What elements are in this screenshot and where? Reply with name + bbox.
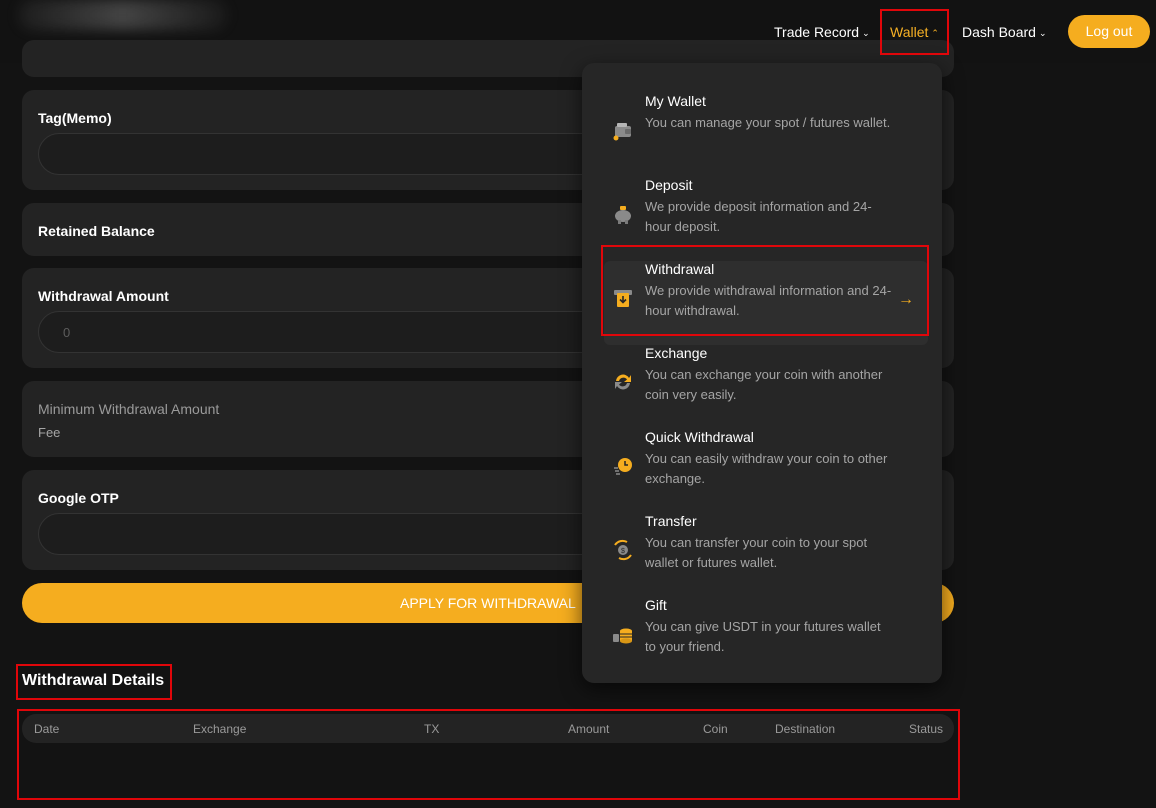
menu-item-gift[interactable]: Gift You can give USDT in your futures w… (604, 597, 928, 681)
fast-clock-icon (614, 458, 632, 475)
menu-item-title: Exchange (645, 345, 708, 361)
tag-memo-label: Tag(Memo) (38, 110, 112, 126)
column-date[interactable]: Date (34, 722, 59, 736)
withdrawal-details-title: Withdrawal Details (22, 672, 165, 689)
nav-dash-board-label: Dash Board (962, 24, 1036, 40)
column-tx[interactable]: TX (424, 722, 439, 736)
menu-item-withdrawal[interactable]: Withdrawal We provide withdrawal informa… (604, 261, 928, 345)
menu-item-transfer[interactable]: $ Transfer You can transfer your coin to… (604, 513, 928, 597)
menu-item-title: Quick Withdrawal (645, 429, 754, 445)
menu-item-title: Transfer (645, 513, 697, 529)
menu-item-desc: You can give USDT in your futures wallet… (645, 619, 881, 654)
wallet-icon (613, 123, 631, 141)
nav-trade-record[interactable]: Trade Record ⌄ (774, 23, 870, 41)
nav-wallet[interactable]: Wallet ⌃ (890, 23, 939, 41)
column-coin[interactable]: Coin (703, 722, 728, 736)
menu-item-exchange[interactable]: Exchange You can exchange your coin with… (604, 345, 928, 429)
chevron-down-icon: ⌄ (862, 28, 870, 38)
nav-wallet-label: Wallet (890, 24, 929, 40)
column-destination[interactable]: Destination (775, 722, 835, 736)
piggy-bank-icon (615, 206, 631, 224)
nav-dash-board[interactable]: Dash Board ⌄ (962, 23, 1046, 41)
menu-item-desc: You can easily withdraw your coin to oth… (645, 451, 888, 486)
transfer-coin-icon: $ (614, 539, 632, 561)
menu-item-desc: We provide withdrawal information and 24… (645, 283, 892, 318)
column-exchange[interactable]: Exchange (193, 722, 246, 736)
logo[interactable] (18, 0, 228, 30)
menu-item-desc: We provide deposit information and 24-ho… (645, 199, 872, 234)
atm-withdraw-icon (614, 290, 632, 307)
logout-button[interactable]: Log out (1068, 15, 1150, 48)
minimum-withdrawal-label: Minimum Withdrawal Amount (38, 401, 220, 417)
withdrawal-amount-label: Withdrawal Amount (38, 288, 169, 304)
chevron-up-icon: ⌃ (931, 28, 939, 38)
arrow-right-icon: → (898, 291, 914, 308)
menu-item-title: Gift (645, 597, 667, 613)
svg-text:$: $ (621, 548, 625, 555)
coin-stack-icon (613, 628, 632, 644)
column-status[interactable]: Status (909, 722, 943, 736)
menu-item-desc: You can exchange your coin with another … (645, 367, 883, 402)
withdrawal-table-header: Date Exchange TX Amount Coin Destination… (22, 714, 954, 743)
menu-item-deposit[interactable]: Deposit We provide deposit information a… (604, 177, 928, 261)
menu-item-my-wallet[interactable]: My Wallet You can manage your spot / fut… (604, 93, 928, 177)
retained-balance-label: Retained Balance (38, 223, 155, 239)
menu-item-title: Withdrawal (645, 261, 715, 277)
menu-item-title: My Wallet (645, 93, 706, 109)
column-amount[interactable]: Amount (568, 722, 609, 736)
fee-label: Fee (38, 425, 61, 440)
menu-item-title: Deposit (645, 177, 693, 193)
menu-item-desc: You can manage your spot / futures walle… (645, 115, 891, 130)
nav-trade-record-label: Trade Record (774, 24, 860, 40)
wallet-dropdown-menu: My Wallet You can manage your spot / fut… (582, 63, 942, 683)
exchange-icon (615, 374, 631, 390)
chevron-down-icon: ⌄ (1038, 28, 1047, 38)
menu-item-quick-withdrawal[interactable]: Quick Withdrawal You can easily withdraw… (604, 429, 928, 513)
apply-withdrawal-label: APPLY FOR WITHDRAWAL (400, 595, 576, 611)
google-otp-label: Google OTP (38, 490, 119, 506)
menu-item-desc: You can transfer your coin to your spot … (645, 535, 868, 570)
